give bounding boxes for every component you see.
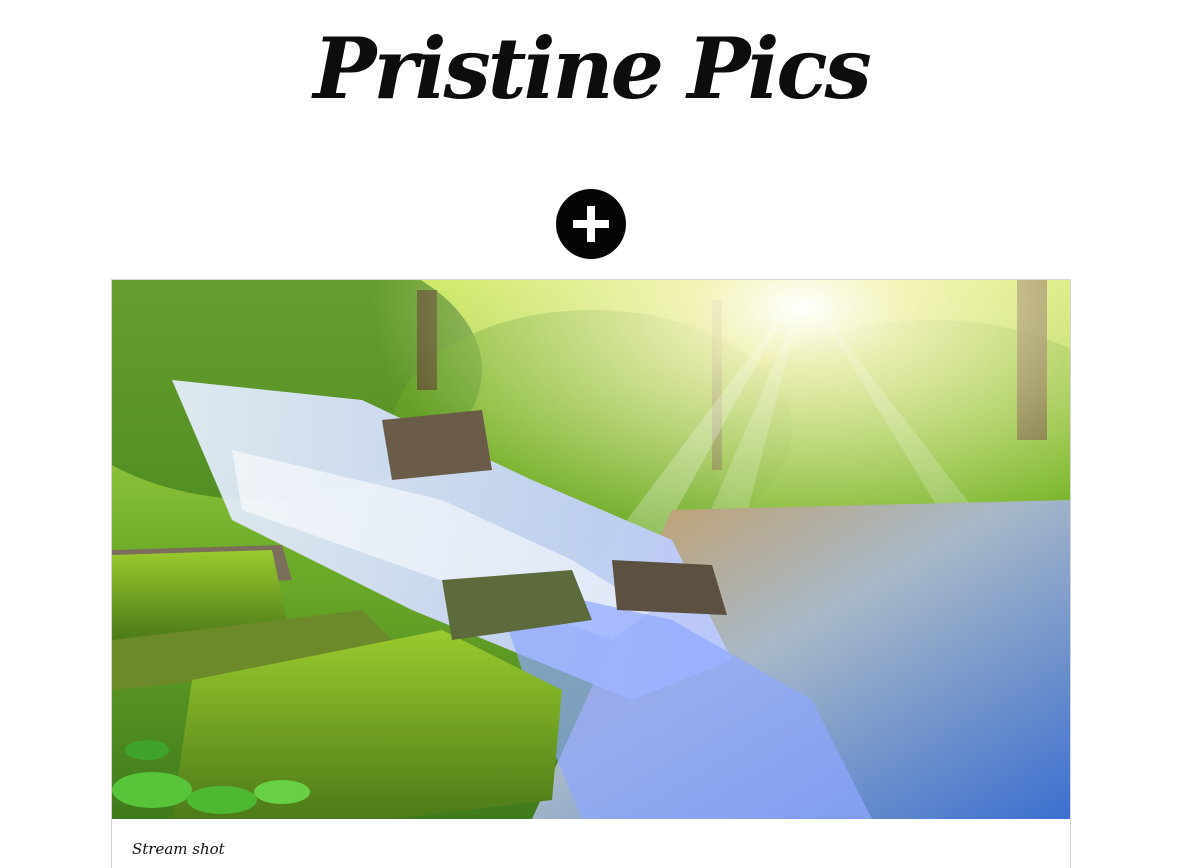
photo-image[interactable] <box>112 280 1070 819</box>
page: Pristine Pics Stream shot <box>0 0 1182 868</box>
photo-caption: Stream shot <box>132 840 225 858</box>
add-photo-button[interactable] <box>556 189 626 259</box>
plus-icon <box>573 206 609 242</box>
site-title: Pristine Pics <box>313 19 872 118</box>
photo-card[interactable]: Stream shot <box>111 279 1071 868</box>
waterfall-photo <box>112 280 1070 819</box>
